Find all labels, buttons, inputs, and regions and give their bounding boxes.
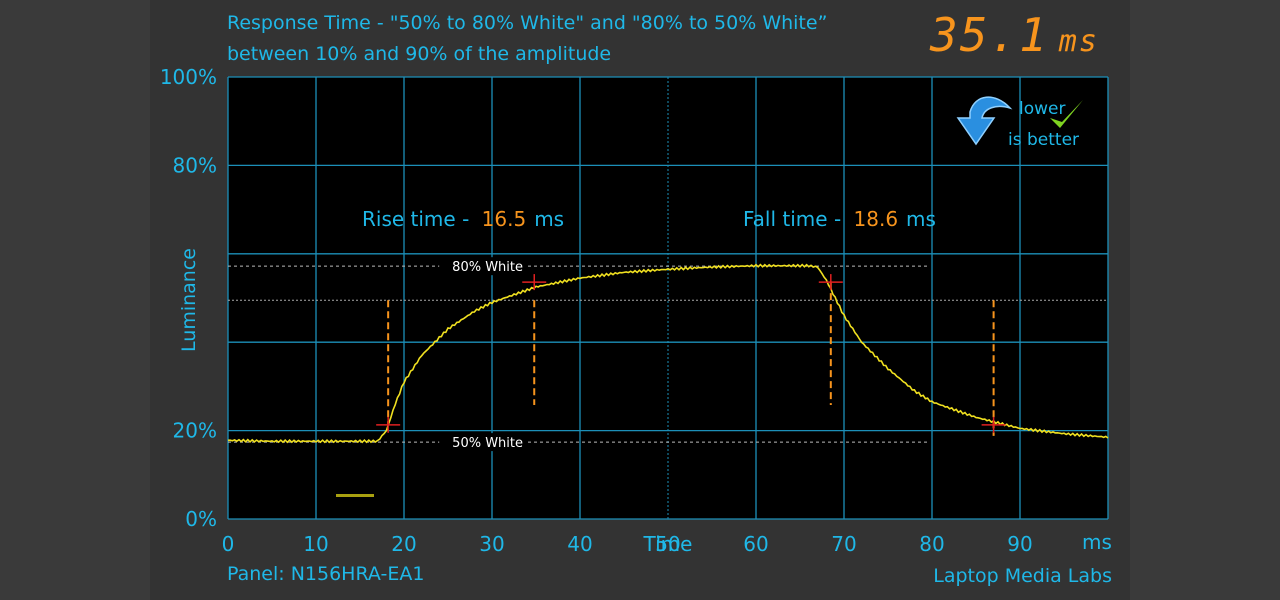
y-tick-label: 0% xyxy=(185,507,217,531)
x-tick-label: 70 xyxy=(831,532,856,556)
badge-line-2: is better xyxy=(1008,130,1079,150)
x-tick-label: 80 xyxy=(919,532,944,556)
small-illegible-label xyxy=(336,494,374,497)
y-tick-label: 80% xyxy=(173,153,217,177)
y-axis-label: Luminance xyxy=(178,248,200,352)
x-tick-label: 0 xyxy=(222,532,235,556)
panel-label: Panel: N156HRA-EA1 xyxy=(227,563,425,585)
x-axis-label: Time xyxy=(643,532,693,556)
x-tick-label: 10 xyxy=(303,532,328,556)
rise-time-annotation: Rise time - 16.5 ms xyxy=(362,207,564,231)
x-unit-label: ms xyxy=(1082,530,1112,554)
badge-line-1: lower xyxy=(1019,99,1065,119)
level-label-low: 50% White xyxy=(452,436,523,451)
x-tick-label: 20 xyxy=(391,532,416,556)
x-tick-label: 90 xyxy=(1007,532,1032,556)
y-tick-label: 20% xyxy=(173,419,217,443)
brand-label: Laptop Media Labs xyxy=(933,565,1112,587)
x-tick-label: 60 xyxy=(743,532,768,556)
x-tick-label: 30 xyxy=(479,532,504,556)
level-label-high: 80% White xyxy=(452,260,523,275)
y-tick-label: 100% xyxy=(160,65,217,89)
fall-time-annotation: Fall time - 18.6 ms xyxy=(743,207,936,231)
x-tick-label: 40 xyxy=(567,532,592,556)
response-time-chart: 80% White50% White 0 10 20 30 40 50 60 70 80 9010… xyxy=(160,65,1112,556)
